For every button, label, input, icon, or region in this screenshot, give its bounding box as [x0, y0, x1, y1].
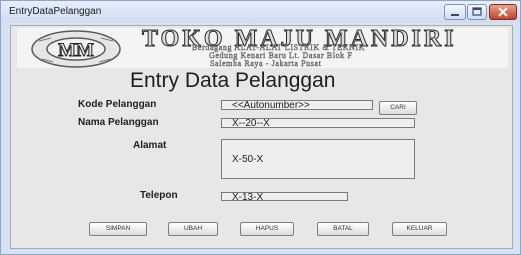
form-title: Entry Data Pelanggan: [130, 69, 336, 92]
simpan-button[interactable]: SIMPAN: [89, 222, 147, 236]
alamat-field[interactable]: X-50-X: [221, 139, 415, 179]
kode-pelanggan-field[interactable]: <<Autonumber>>: [221, 100, 373, 110]
maximize-button[interactable]: [467, 4, 487, 20]
header-banner: MM TOKO MAJU MANDIRI Berdagang ALAT-ALAT…: [17, 26, 508, 68]
hapus-button[interactable]: HAPUS: [240, 222, 294, 236]
minimize-icon: [451, 14, 459, 16]
telepon-label: Telepon: [140, 190, 178, 201]
minimize-button[interactable]: [444, 4, 466, 20]
maximize-icon: [472, 7, 482, 16]
title-bar[interactable]: EntryDataPelanggan: [1, 1, 520, 23]
alamat-label: Alamat: [133, 140, 167, 151]
window-title: EntryDataPelanggan: [9, 6, 102, 17]
batal-button[interactable]: BATAL: [317, 222, 369, 236]
close-button[interactable]: [489, 4, 517, 20]
cari-button[interactable]: CARI: [379, 101, 417, 115]
form-panel: MM TOKO MAJU MANDIRI Berdagang ALAT-ALAT…: [10, 25, 513, 249]
keluar-button[interactable]: KELUAR: [392, 222, 447, 236]
close-icon: [498, 7, 508, 17]
store-logo-icon: MM: [31, 30, 121, 68]
kode-pelanggan-label: Kode Pelanggan: [78, 99, 157, 110]
ubah-button[interactable]: UBAH: [168, 222, 218, 236]
nama-pelanggan-label: Nama Pelanggan: [78, 117, 159, 128]
telepon-field[interactable]: X-13-X: [221, 192, 348, 201]
app-window: EntryDataPelanggan MM TOKO MAJU MANDIRI …: [0, 0, 521, 255]
shop-address-line2: Salemba Raya - Jakarta Pusat: [210, 59, 322, 68]
nama-pelanggan-field[interactable]: X--20--X: [221, 118, 415, 128]
logo-text: MM: [58, 40, 94, 61]
